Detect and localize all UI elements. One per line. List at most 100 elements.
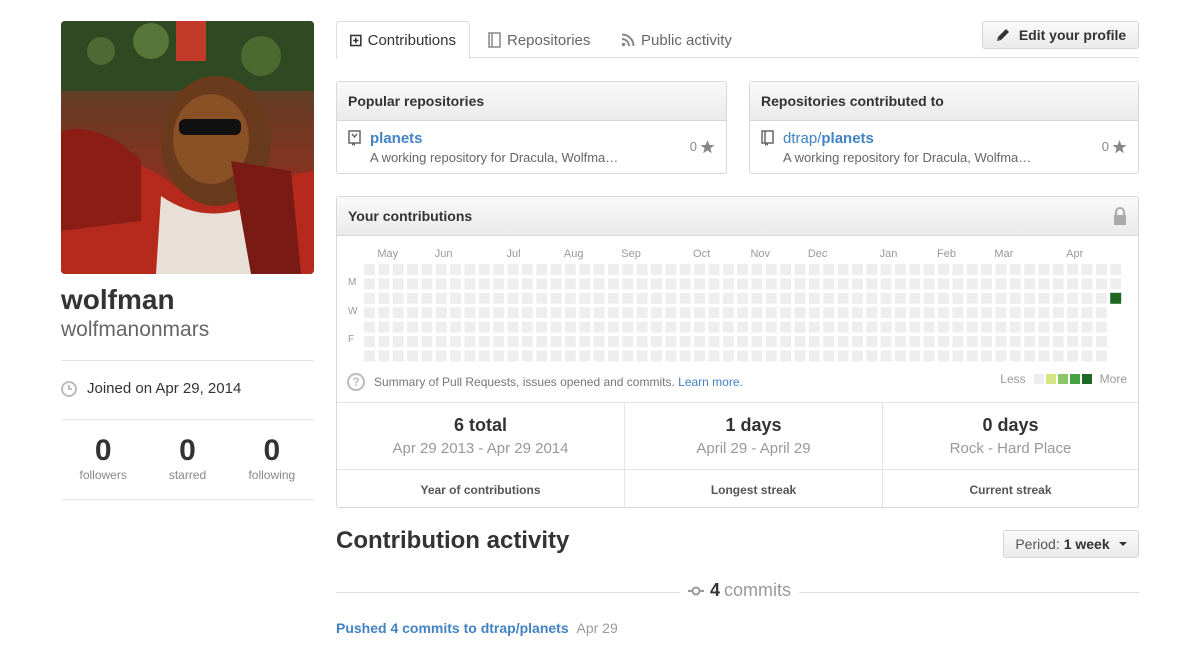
calendar-day[interactable] bbox=[622, 278, 634, 290]
calendar-day[interactable] bbox=[622, 264, 634, 275]
calendar-day[interactable] bbox=[622, 292, 634, 304]
starred-stat[interactable]: 0 starred bbox=[145, 434, 229, 482]
calendar-day[interactable] bbox=[780, 278, 792, 290]
calendar-day[interactable] bbox=[894, 307, 906, 319]
calendar-day[interactable] bbox=[751, 321, 763, 333]
calendar-day[interactable] bbox=[679, 350, 691, 362]
calendar-day[interactable] bbox=[808, 278, 820, 290]
calendar-day[interactable] bbox=[708, 307, 720, 319]
calendar-day[interactable] bbox=[607, 307, 619, 319]
calendar-day[interactable] bbox=[392, 264, 404, 275]
calendar-day[interactable] bbox=[378, 278, 390, 290]
calendar-day[interactable] bbox=[794, 307, 806, 319]
calendar-day[interactable] bbox=[823, 278, 835, 290]
calendar-day[interactable] bbox=[938, 336, 949, 347]
calendar-day[interactable] bbox=[851, 307, 863, 319]
calendar-day[interactable] bbox=[1067, 292, 1079, 304]
calendar-day[interactable] bbox=[464, 350, 476, 362]
calendar-day[interactable] bbox=[1024, 264, 1036, 275]
calendar-day[interactable] bbox=[808, 307, 820, 319]
calendar-day[interactable] bbox=[679, 278, 691, 290]
calendar-day[interactable] bbox=[679, 321, 691, 333]
calendar-day[interactable] bbox=[737, 336, 749, 347]
calendar-day[interactable] bbox=[1038, 321, 1050, 333]
calendar-day[interactable] bbox=[837, 278, 849, 290]
calendar-day[interactable] bbox=[981, 278, 992, 290]
calendar-day[interactable] bbox=[478, 350, 490, 362]
calendar-day[interactable] bbox=[880, 264, 892, 275]
calendar-day[interactable] bbox=[794, 264, 806, 275]
calendar-day[interactable] bbox=[1009, 292, 1021, 304]
calendar-day[interactable] bbox=[407, 321, 418, 333]
calendar-day[interactable] bbox=[607, 264, 619, 275]
calendar-day[interactable] bbox=[450, 336, 462, 347]
calendar-day[interactable] bbox=[450, 307, 462, 319]
calendar-day[interactable] bbox=[564, 336, 576, 347]
calendar-day[interactable] bbox=[364, 292, 375, 304]
calendar-day[interactable] bbox=[851, 350, 863, 362]
calendar-day[interactable] bbox=[1095, 307, 1107, 319]
calendar-day[interactable] bbox=[880, 336, 892, 347]
calendar-day[interactable] bbox=[837, 307, 849, 319]
calendar-day[interactable] bbox=[737, 350, 749, 362]
calendar-day[interactable] bbox=[1095, 292, 1107, 304]
calendar-day[interactable] bbox=[880, 292, 892, 304]
calendar-day[interactable] bbox=[722, 336, 734, 347]
calendar-day[interactable] bbox=[636, 307, 648, 319]
calendar-day[interactable] bbox=[665, 278, 677, 290]
calendar-day[interactable] bbox=[751, 336, 763, 347]
calendar-day[interactable] bbox=[636, 278, 648, 290]
calendar-day[interactable] bbox=[780, 292, 792, 304]
calendar-day[interactable] bbox=[651, 292, 662, 304]
calendar-day[interactable] bbox=[636, 292, 648, 304]
calendar-day[interactable] bbox=[521, 264, 533, 275]
calendar-day[interactable] bbox=[1095, 264, 1107, 275]
calendar-day[interactable] bbox=[851, 336, 863, 347]
calendar-day[interactable] bbox=[636, 350, 648, 362]
calendar-day[interactable] bbox=[866, 307, 878, 319]
calendar-day[interactable] bbox=[593, 292, 605, 304]
calendar-day[interactable] bbox=[808, 292, 820, 304]
calendar-day[interactable] bbox=[564, 350, 576, 362]
calendar-day[interactable] bbox=[737, 307, 749, 319]
calendar-day[interactable] bbox=[1052, 336, 1064, 347]
calendar-day[interactable] bbox=[364, 278, 375, 290]
calendar-day[interactable] bbox=[593, 336, 605, 347]
calendar-day[interactable] bbox=[607, 336, 619, 347]
calendar-day[interactable] bbox=[636, 321, 648, 333]
calendar-day[interactable] bbox=[909, 350, 921, 362]
calendar-day[interactable] bbox=[1038, 264, 1050, 275]
calendar-day[interactable] bbox=[923, 336, 935, 347]
calendar-day[interactable] bbox=[421, 264, 433, 275]
calendar-day[interactable] bbox=[995, 307, 1007, 319]
calendar-day[interactable] bbox=[823, 307, 835, 319]
calendar-day[interactable] bbox=[780, 336, 792, 347]
calendar-day[interactable] bbox=[1009, 264, 1021, 275]
calendar-day[interactable] bbox=[364, 321, 375, 333]
calendar-day[interactable] bbox=[1081, 350, 1093, 362]
calendar-day[interactable] bbox=[665, 336, 677, 347]
calendar-day[interactable] bbox=[1067, 350, 1079, 362]
calendar-day[interactable] bbox=[1009, 350, 1021, 362]
calendar-day[interactable] bbox=[407, 336, 418, 347]
calendar-day[interactable] bbox=[1024, 350, 1036, 362]
learn-more-link[interactable]: Learn more. bbox=[678, 375, 743, 389]
calendar-day[interactable] bbox=[909, 278, 921, 290]
calendar-day[interactable] bbox=[938, 264, 949, 275]
tab-public-activity[interactable]: Public activity bbox=[608, 21, 745, 59]
calendar-day[interactable] bbox=[378, 307, 390, 319]
calendar-day[interactable] bbox=[421, 321, 433, 333]
calendar-day[interactable] bbox=[421, 336, 433, 347]
calendar-day[interactable] bbox=[694, 336, 706, 347]
calendar-day[interactable] bbox=[894, 278, 906, 290]
calendar-day[interactable] bbox=[392, 292, 404, 304]
calendar-day[interactable] bbox=[564, 307, 576, 319]
calendar-day[interactable] bbox=[392, 278, 404, 290]
calendar-day[interactable] bbox=[780, 264, 792, 275]
calendar-day[interactable] bbox=[823, 336, 835, 347]
calendar-day[interactable] bbox=[435, 278, 447, 290]
calendar-day[interactable] bbox=[521, 321, 533, 333]
calendar-day[interactable] bbox=[894, 350, 906, 362]
calendar-day[interactable] bbox=[995, 278, 1007, 290]
calendar-day[interactable] bbox=[995, 292, 1007, 304]
